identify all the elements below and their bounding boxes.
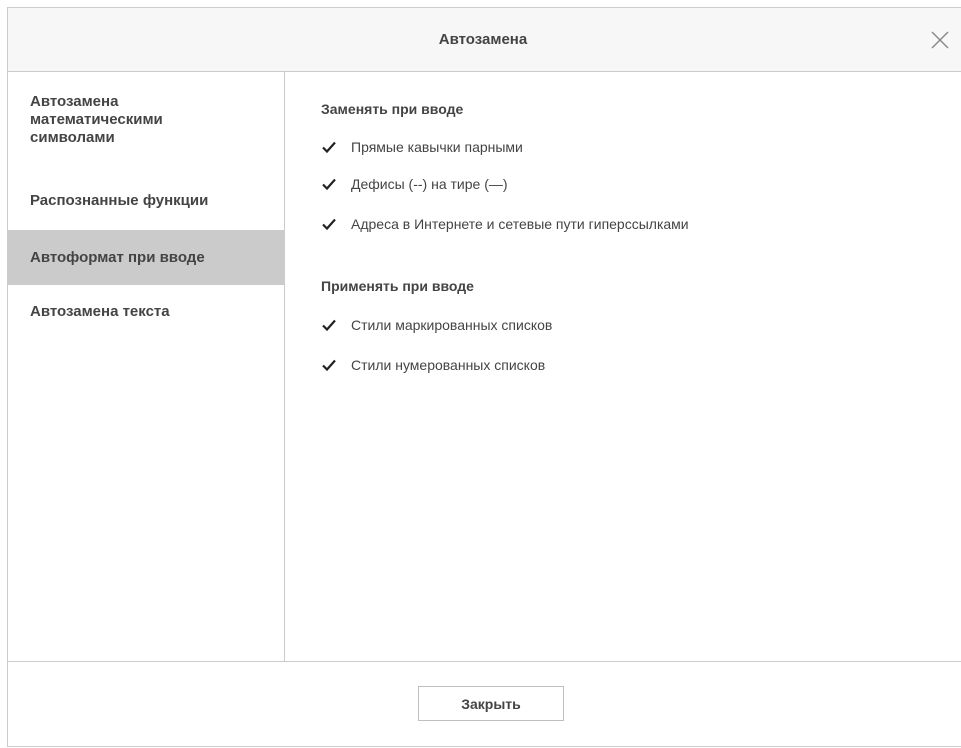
sidebar-item-label: Автоформат при вводе: [30, 249, 205, 266]
option-label: Прямые кавычки парными: [351, 139, 523, 155]
option-label: Стили нумерованных списков: [351, 357, 546, 373]
dialog-titlebar: Автозамена: [8, 8, 961, 72]
close-icon[interactable]: [928, 28, 952, 52]
sidebar-item-label: символами: [30, 129, 115, 146]
option-bulleted-lists[interactable]: Стили маркированных списков: [321, 314, 552, 336]
autoformat-panel: Заменять при вводе Прямые кавычки парным…: [285, 72, 961, 661]
category-sidebar: Автозамена математическими символами Рас…: [8, 72, 285, 661]
option-smart-quotes[interactable]: Прямые кавычки парными: [321, 136, 523, 158]
checkbox-checked-icon[interactable]: [321, 317, 337, 333]
close-button[interactable]: Закрыть: [418, 686, 564, 721]
sidebar-item-math-autocorrect[interactable]: Автозамена математическими символами: [8, 93, 284, 147]
sidebar-item-recognized-functions[interactable]: Распознанные функции: [8, 187, 284, 215]
option-hyperlinks[interactable]: Адреса в Интернете и сетевые пути гиперс…: [321, 213, 689, 235]
checkbox-checked-icon[interactable]: [321, 139, 337, 155]
replace-section-title: Заменять при вводе: [321, 101, 464, 117]
checkbox-checked-icon[interactable]: [321, 176, 337, 192]
sidebar-item-autoformat[interactable]: Автоформат при вводе: [8, 230, 284, 285]
checkbox-checked-icon[interactable]: [321, 357, 337, 373]
autocorrect-dialog: Автозамена Автозамена математическими си…: [7, 7, 961, 747]
apply-section-title: Применять при вводе: [321, 278, 474, 294]
dialog-footer: Закрыть: [8, 661, 961, 748]
option-numbered-lists[interactable]: Стили нумерованных списков: [321, 354, 545, 376]
checkbox-checked-icon[interactable]: [321, 216, 337, 232]
sidebar-item-label: Автозамена: [30, 93, 119, 110]
sidebar-item-label: Автозамена текста: [30, 303, 170, 320]
option-label: Дефисы (--) на тире (—): [351, 176, 508, 192]
sidebar-item-label: Распознанные функции: [30, 192, 209, 209]
option-label: Стили маркированных списков: [351, 317, 553, 333]
dialog-title: Автозамена: [438, 31, 528, 48]
sidebar-item-label: математическими: [30, 111, 163, 128]
option-label: Адреса в Интернете и сетевые пути гиперс…: [351, 216, 689, 232]
sidebar-item-text-autocorrect[interactable]: Автозамена текста: [8, 298, 284, 326]
option-hyphens-to-dash[interactable]: Дефисы (--) на тире (—): [321, 173, 508, 195]
